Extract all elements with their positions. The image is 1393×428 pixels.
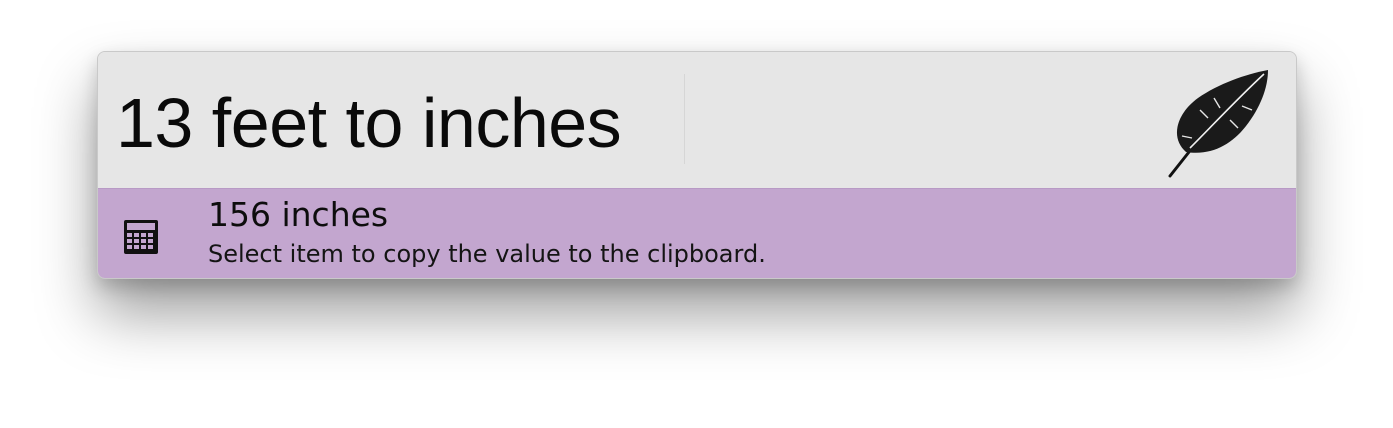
launcher-window: 156 inches Select item to copy the value… — [97, 51, 1297, 279]
calculator-icon — [124, 220, 158, 254]
result-subtitle: Select item to copy the value to the cli… — [208, 240, 766, 268]
result-item[interactable]: 156 inches Select item to copy the value… — [98, 189, 1296, 278]
search-bar — [98, 52, 1296, 188]
text-cursor — [684, 74, 685, 164]
feather-icon — [1168, 70, 1268, 178]
result-title: 156 inches — [208, 195, 389, 234]
search-input[interactable] — [116, 68, 1146, 178]
results-list: 156 inches Select item to copy the value… — [98, 188, 1296, 278]
desktop-background: 156 inches Select item to copy the value… — [0, 0, 1393, 428]
